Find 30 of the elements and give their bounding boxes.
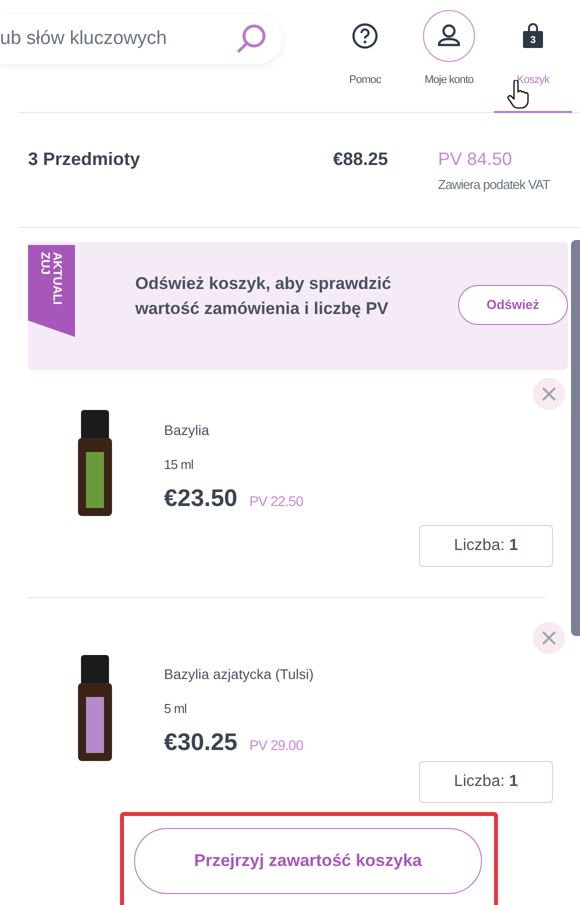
product-name[interactable]: Bazylia (164, 420, 304, 441)
scrollbar-thumb[interactable] (571, 240, 580, 636)
help-icon (351, 22, 379, 50)
item-count: 3 Przedmioty (28, 148, 142, 171)
refresh-message: Odśwież koszyk, aby sprawdzić wartość zamówienia i liczbę PV (135, 273, 392, 320)
close-icon (541, 630, 557, 646)
product-price: €23.50 (164, 484, 238, 514)
refresh-button[interactable]: Odśwież (458, 285, 568, 325)
product-pv: PV 29.00 (249, 736, 304, 754)
cart-count: 3 (529, 35, 537, 47)
shopping-bag-icon (522, 23, 544, 49)
product-size: 5 ml (164, 700, 188, 718)
search-field[interactable]: ub słów kluczowych (0, 14, 282, 64)
product-size: 15 ml (164, 456, 194, 474)
close-icon (541, 386, 557, 402)
cart-pv: PV 84.50 (438, 148, 514, 171)
quantity-button[interactable]: Liczba: 1 (419, 525, 553, 567)
cart-total: €88.25 (333, 148, 390, 171)
search-placeholder: ub słów kluczowych (0, 26, 168, 51)
ribbon-tag: AKTUALIZUJ (28, 245, 76, 337)
product-name[interactable]: Bazylia azjatycka (Tulsi) (164, 664, 314, 685)
remove-button[interactable] (533, 622, 565, 654)
quantity-button[interactable]: Liczba: 1 (419, 761, 553, 803)
nav-help-link[interactable]: Pomoc (326, 10, 404, 113)
remove-button[interactable] (533, 378, 565, 410)
review-cart-button[interactable]: Przejrzyj zawartość koszyka (134, 828, 482, 894)
nav-account-link[interactable]: Moje konto (410, 10, 488, 113)
product-price: €30.25 (164, 728, 238, 758)
tax-note: Zawiera podatek VAT (438, 176, 550, 194)
product-pv: PV 22.50 (249, 492, 304, 510)
